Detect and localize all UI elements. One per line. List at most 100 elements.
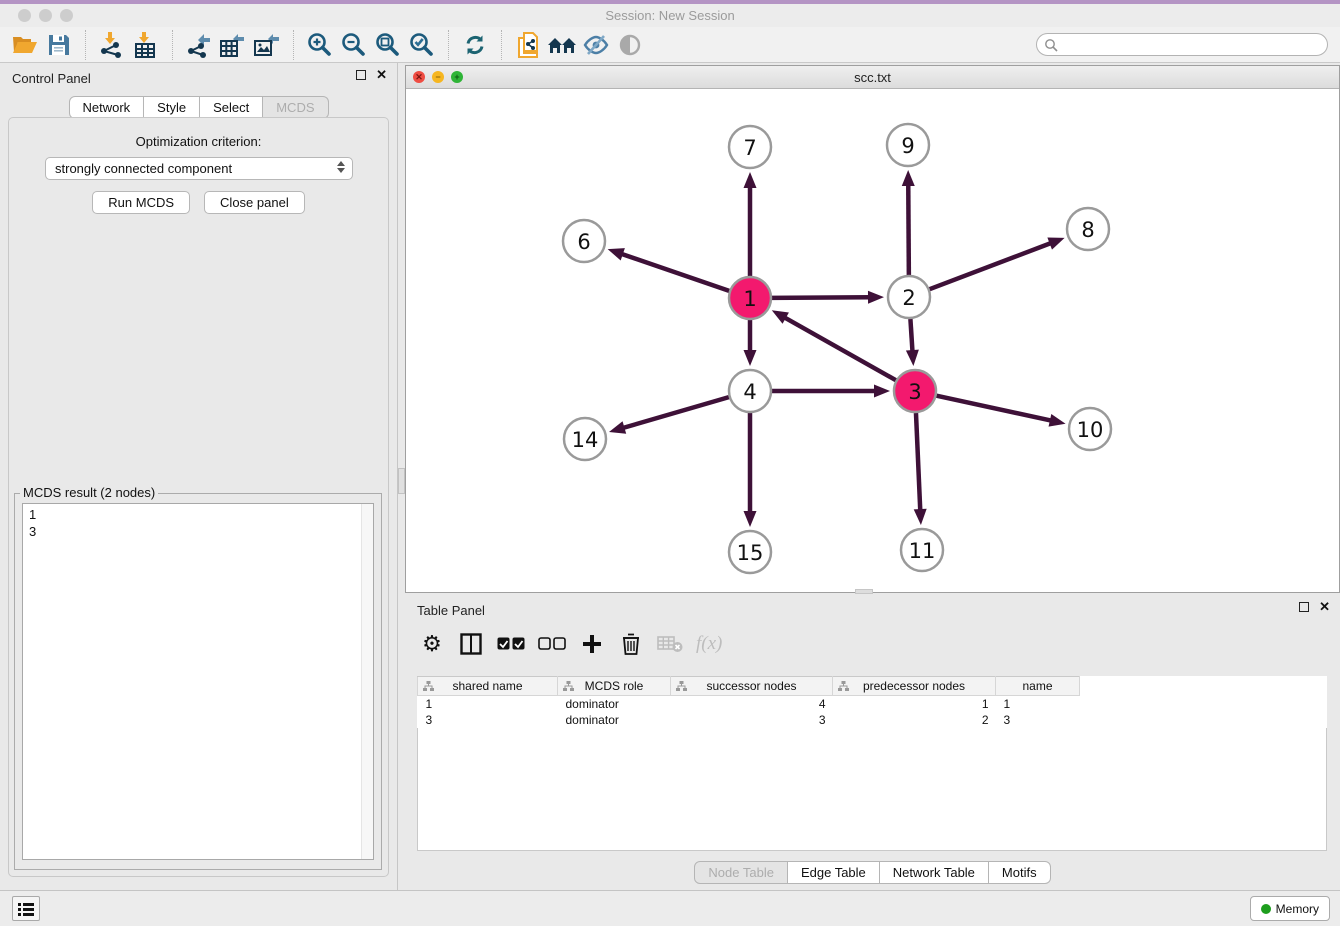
graph-edge-3-11[interactable] bbox=[916, 413, 920, 512]
float-panel-icon[interactable] bbox=[356, 70, 366, 80]
toolbar-separator bbox=[448, 30, 449, 60]
tab-motifs[interactable]: Motifs bbox=[989, 861, 1051, 884]
table-settings-button[interactable]: ⚙ bbox=[419, 629, 445, 659]
float-table-panel-icon[interactable] bbox=[1299, 602, 1309, 612]
tab-node-table[interactable]: Node Table bbox=[694, 861, 788, 884]
open-session-button[interactable] bbox=[8, 30, 42, 60]
table-cell[interactable]: 3 bbox=[418, 712, 558, 728]
save-disk-icon bbox=[48, 34, 70, 56]
zoom-out-button[interactable] bbox=[337, 30, 371, 60]
search-field[interactable] bbox=[1036, 33, 1328, 56]
panel-splitter-handle[interactable] bbox=[398, 468, 405, 494]
zoom-selected-button[interactable] bbox=[405, 30, 439, 60]
close-panel-icon[interactable]: ✕ bbox=[376, 70, 387, 80]
toolbar-separator bbox=[293, 30, 294, 60]
table-panel: Table Panel ✕ ⚙ bbox=[405, 595, 1340, 888]
table-row[interactable]: 1dominator411 bbox=[418, 696, 1328, 712]
table-cell[interactable]: 2 bbox=[833, 712, 996, 728]
mcds-result-item[interactable]: 1 bbox=[29, 506, 354, 523]
column-header-successor-nodes[interactable]: successor nodes bbox=[671, 677, 833, 696]
hide-selected-button[interactable] bbox=[579, 30, 613, 60]
function-builder-button[interactable]: f(x) bbox=[696, 629, 722, 659]
export-table-button[interactable] bbox=[216, 30, 250, 60]
graph-node-label: 2 bbox=[902, 286, 915, 310]
save-session-button[interactable] bbox=[42, 30, 76, 60]
show-column-button[interactable] bbox=[458, 629, 484, 659]
duplicate-network-icon bbox=[516, 31, 540, 59]
select-all-button[interactable] bbox=[497, 629, 525, 659]
tab-mcds[interactable]: MCDS bbox=[263, 96, 328, 119]
eye-slash-icon bbox=[583, 33, 609, 57]
mcds-result-item[interactable]: 3 bbox=[29, 523, 354, 540]
show-hidden-button[interactable] bbox=[613, 30, 647, 60]
table-cell[interactable]: 4 bbox=[671, 696, 833, 712]
task-history-button[interactable] bbox=[12, 896, 40, 921]
table-tabs: Node Table Edge Table Network Table Moti… bbox=[405, 861, 1340, 884]
refresh-button[interactable] bbox=[458, 30, 492, 60]
graph-edge-3-10[interactable] bbox=[936, 396, 1052, 421]
column-header-name[interactable]: name bbox=[996, 677, 1080, 696]
criterion-dropdown[interactable]: strongly connected component bbox=[45, 157, 353, 180]
graph-edge-3-1[interactable] bbox=[783, 317, 896, 381]
tab-select[interactable]: Select bbox=[200, 96, 263, 119]
graph-node-label: 14 bbox=[572, 428, 599, 452]
import-network-button[interactable] bbox=[95, 30, 129, 60]
edge-arrowhead bbox=[608, 248, 625, 260]
duplicate-network-button[interactable] bbox=[511, 30, 545, 60]
edge-arrowhead bbox=[744, 350, 757, 366]
tab-network[interactable]: Network bbox=[68, 96, 144, 119]
table-cell[interactable]: 1 bbox=[996, 696, 1080, 712]
memory-button[interactable]: Memory bbox=[1250, 896, 1330, 921]
table-cell[interactable]: 3 bbox=[671, 712, 833, 728]
graph-edge-1-6[interactable] bbox=[620, 253, 729, 291]
zoom-fit-button[interactable] bbox=[371, 30, 405, 60]
column-header-predecessor-nodes[interactable]: predecessor nodes bbox=[833, 677, 996, 696]
table-cell[interactable]: dominator bbox=[558, 696, 671, 712]
export-image-button[interactable] bbox=[250, 30, 284, 60]
graph-edge-2-3[interactable] bbox=[910, 319, 912, 353]
control-panel-title: Control Panel bbox=[12, 71, 91, 86]
zoom-in-button[interactable] bbox=[303, 30, 337, 60]
network-canvas[interactable]: 7968124314101511 bbox=[406, 89, 1339, 592]
table-splitter-handle[interactable] bbox=[855, 589, 873, 594]
tree-sort-icon bbox=[838, 681, 849, 692]
search-input[interactable] bbox=[1058, 36, 1327, 54]
column-header-shared-name[interactable]: shared name bbox=[418, 677, 558, 696]
unselect-all-button[interactable] bbox=[538, 629, 566, 659]
column-header-mcds-role[interactable]: MCDS role bbox=[558, 677, 671, 696]
delete-table-icon bbox=[657, 635, 683, 653]
memory-status-icon bbox=[1261, 904, 1271, 914]
close-table-panel-icon[interactable]: ✕ bbox=[1319, 602, 1330, 612]
export-network-button[interactable] bbox=[182, 30, 216, 60]
import-table-button[interactable] bbox=[129, 30, 163, 60]
table-cell[interactable]: 3 bbox=[996, 712, 1080, 728]
delete-table-button[interactable] bbox=[657, 629, 683, 659]
tab-network-table[interactable]: Network Table bbox=[880, 861, 989, 884]
first-neighbors-button[interactable] bbox=[545, 30, 579, 60]
add-row-button[interactable] bbox=[579, 629, 605, 659]
tab-edge-table[interactable]: Edge Table bbox=[788, 861, 880, 884]
table-toolbar: ⚙ bbox=[419, 623, 722, 665]
list-icon bbox=[18, 902, 34, 916]
table-cell[interactable]: dominator bbox=[558, 712, 671, 728]
delete-row-button[interactable] bbox=[618, 629, 644, 659]
run-mcds-button[interactable]: Run MCDS bbox=[92, 191, 190, 214]
network-window-titlebar[interactable]: ✕ − + scc.txt bbox=[406, 66, 1339, 89]
graph-edge-2-8[interactable] bbox=[930, 242, 1053, 289]
table-cell[interactable]: 1 bbox=[418, 696, 558, 712]
graph-edge-4-14[interactable] bbox=[621, 397, 728, 428]
network-window-title: scc.txt bbox=[406, 70, 1339, 85]
tree-sort-icon bbox=[423, 681, 434, 692]
open-folder-icon bbox=[12, 34, 38, 56]
tab-style[interactable]: Style bbox=[144, 96, 200, 119]
graph-edge-1-2[interactable] bbox=[772, 297, 871, 298]
table-cell[interactable]: 1 bbox=[833, 696, 996, 712]
mcds-result-list[interactable]: 13 bbox=[22, 503, 374, 860]
graph-node-label: 11 bbox=[909, 539, 936, 563]
zoom-out-icon bbox=[341, 32, 367, 58]
close-panel-button[interactable]: Close panel bbox=[204, 191, 305, 214]
table-row[interactable]: 3dominator323 bbox=[418, 712, 1328, 728]
graph-edge-2-9[interactable] bbox=[908, 183, 909, 275]
status-bar: Memory bbox=[0, 890, 1340, 926]
mcds-list-scrollbar[interactable] bbox=[361, 504, 373, 859]
